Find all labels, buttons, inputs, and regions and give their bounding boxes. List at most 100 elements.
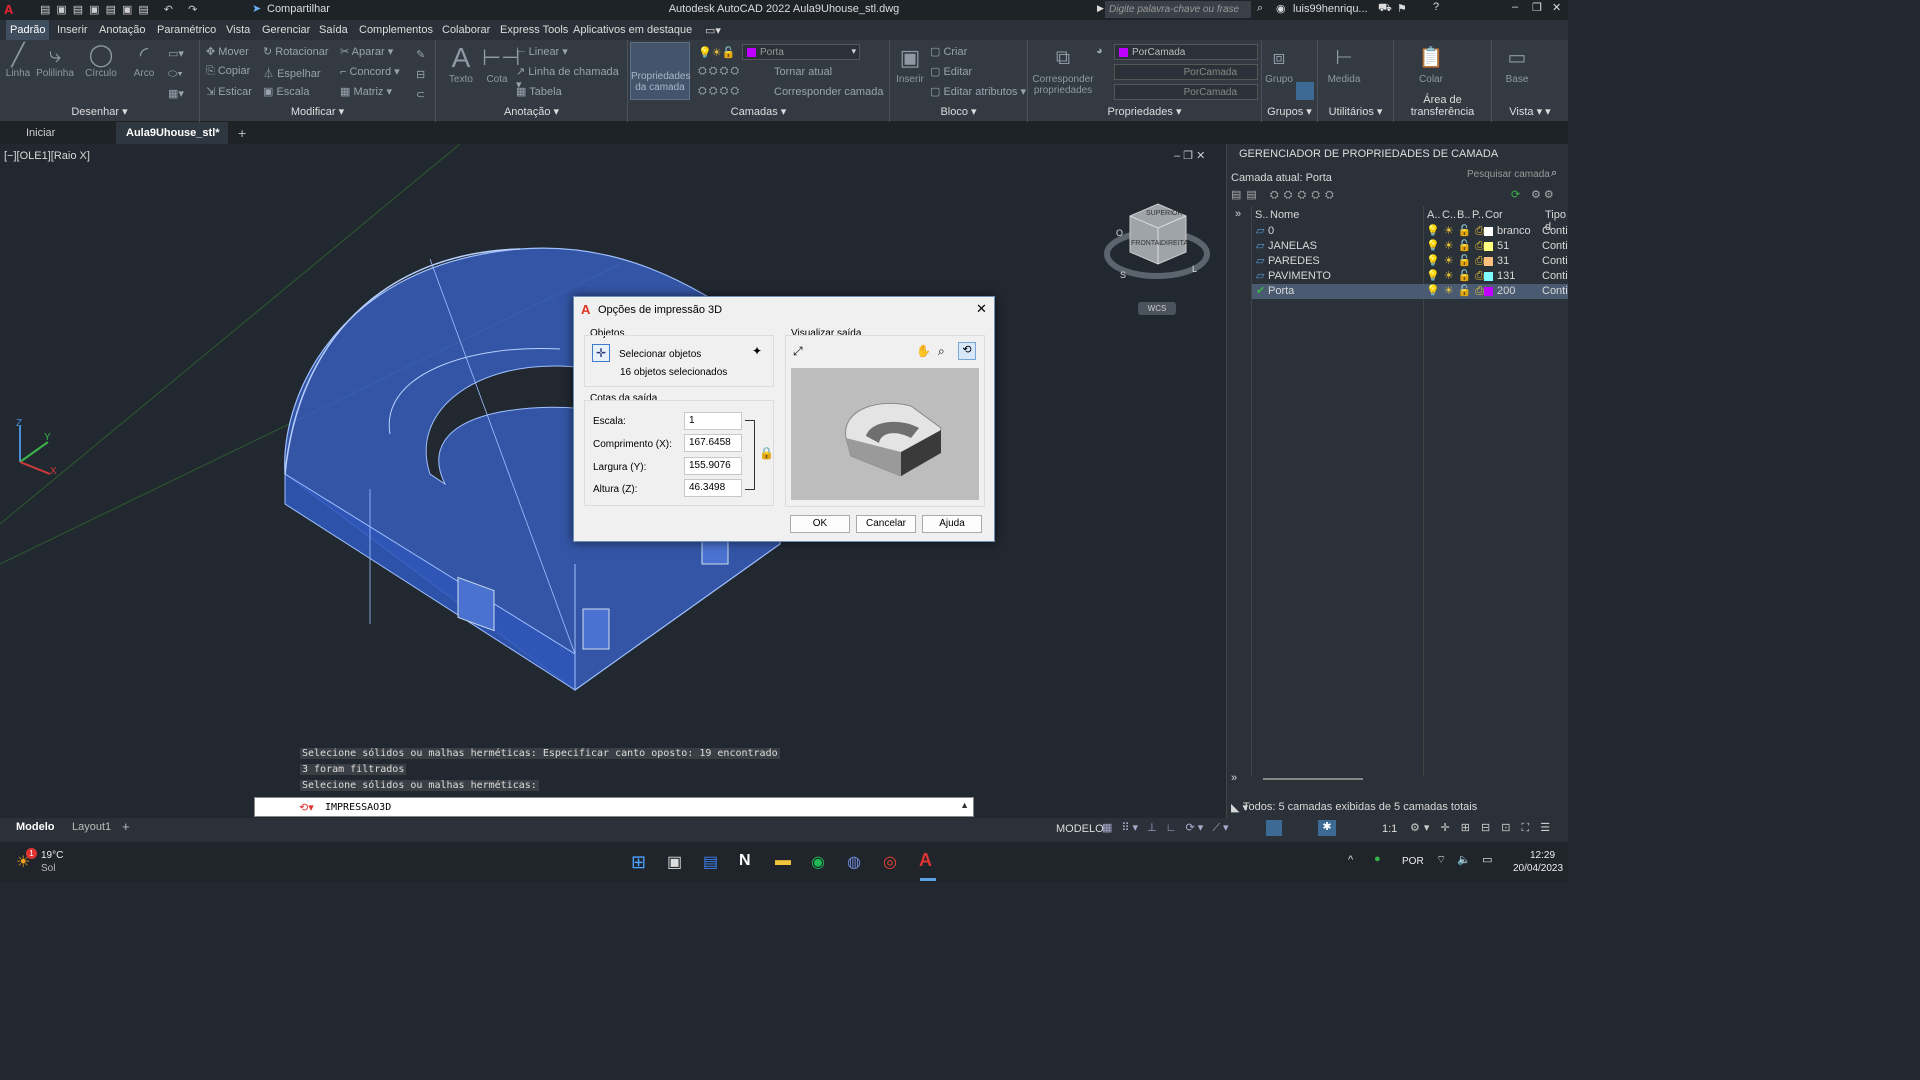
- layer-search-input[interactable]: Pesquisar camada: [1467, 169, 1550, 180]
- compass-west[interactable]: O: [1116, 228, 1123, 238]
- command-input[interactable]: ⟲▾ IMPRESSAO3D ▲: [254, 797, 974, 817]
- select-objects-button[interactable]: ✛: [592, 344, 610, 362]
- layer-dropdown[interactable]: Porta ▾: [742, 44, 860, 60]
- color-dropdown[interactable]: PorCamada: [1114, 44, 1258, 60]
- panel-layers-label[interactable]: Camadas ▾: [628, 105, 889, 118]
- viewcube-front[interactable]: FRONTAL: [1131, 240, 1163, 247]
- search-icon[interactable]: ⌕: [1551, 167, 1557, 180]
- layer-row[interactable]: ▱ PAREDES 💡☀🔓⎙ 31 Conti: [1252, 254, 1568, 269]
- search-input[interactable]: Digite palavra-chave ou frase: [1105, 1, 1251, 18]
- make-current-button[interactable]: Tornar atual: [774, 66, 832, 78]
- layer-row[interactable]: ▱ JANELAS 💡☀🔓⎙ 51 Conti: [1252, 239, 1568, 254]
- layer-state-icons[interactable]: 💡☀🔓⎙: [1426, 269, 1488, 284]
- expand-icon[interactable]: »: [1231, 772, 1237, 784]
- notion-icon[interactable]: N: [739, 852, 751, 870]
- layer-state-icons[interactable]: 💡☀🔓⎙: [1426, 224, 1488, 239]
- linear-tool[interactable]: ⊢ Linear ▾: [516, 45, 568, 58]
- layer-properties-button[interactable]: Propriedades da camada: [630, 42, 690, 100]
- panel-modify-label[interactable]: Modificar ▾: [200, 105, 435, 118]
- tab-model[interactable]: Modelo: [16, 821, 55, 833]
- zoom-extents-icon[interactable]: ⤢: [793, 344, 803, 359]
- status-toggle-icons[interactable]: ▦ ⠿▾ ⊥ ∟ ⟳▾ ⟋▾: [1102, 821, 1232, 835]
- tab-aplicativos[interactable]: Aplicativos em destaque: [573, 24, 692, 36]
- table-tool[interactable]: ▦ Tabela: [516, 85, 562, 98]
- tab-inserir[interactable]: Inserir: [57, 24, 88, 36]
- polyline-tool[interactable]: ⤷ Polilinha: [36, 42, 74, 79]
- clock-time[interactable]: 12:29: [1530, 850, 1555, 861]
- trim-tool[interactable]: ✂ Aparar ▾: [340, 45, 393, 58]
- tab-gerenciar[interactable]: Gerenciar: [262, 24, 310, 36]
- language-indicator[interactable]: POR: [1402, 856, 1424, 867]
- text-tool[interactable]: A Texto: [444, 42, 478, 85]
- cart-icon[interactable]: ⛟: [1378, 2, 1392, 16]
- panel-view-label[interactable]: Vista ▾ ▾: [1492, 105, 1568, 118]
- mirror-tool[interactable]: ⏃ Espelhar: [263, 65, 320, 81]
- restore-icon[interactable]: ❐: [1532, 1, 1542, 14]
- col-lock[interactable]: B..: [1457, 209, 1470, 221]
- quick-select-icon[interactable]: ✦: [748, 344, 766, 362]
- paste-button[interactable]: 📋 Colar: [1416, 42, 1446, 85]
- file-explorer-icon[interactable]: ▬: [775, 852, 791, 870]
- store-icon[interactable]: ▤: [703, 852, 718, 872]
- circle-tool[interactable]: ◯ Círculo: [84, 42, 118, 79]
- new-tab-icon[interactable]: +: [238, 125, 246, 141]
- layer-state-icons[interactable]: 💡☀🔓⎙: [1426, 239, 1488, 254]
- measure-button[interactable]: ⊢ Medida: [1324, 42, 1364, 85]
- close-icon[interactable]: ✕: [976, 301, 987, 317]
- layer-tools-row2[interactable]: ⛭⛭⛭⛭: [698, 85, 741, 98]
- col-status[interactable]: S..: [1255, 209, 1268, 221]
- layer-row[interactable]: ▱ PAVIMENTO 💡☀🔓⎙ 131 Conti: [1252, 269, 1568, 284]
- edit-block-button[interactable]: ▢ Editar: [930, 65, 972, 78]
- linetype-dropdown[interactable]: PorCamada: [1114, 64, 1258, 80]
- app-store-icon[interactable]: ⚑: [1397, 2, 1407, 15]
- base-view-button[interactable]: ▭ Base: [1502, 42, 1532, 85]
- search-icon[interactable]: ⌕: [1257, 2, 1263, 15]
- tab-complementos[interactable]: Complementos: [359, 24, 433, 36]
- layer-color-swatch[interactable]: [1484, 287, 1493, 296]
- orbit-icon[interactable]: ⟲: [958, 342, 976, 360]
- edit-attributes-button[interactable]: ▢ Editar atributos ▾: [930, 85, 1026, 98]
- match-layer-button[interactable]: Corresponder camada: [774, 86, 883, 98]
- stretch-tool[interactable]: ⇲ Esticar: [206, 85, 252, 98]
- ribbon-options-icon[interactable]: ▭▾: [705, 24, 721, 37]
- length-input[interactable]: 167.6458: [684, 434, 742, 452]
- panel-utilities-label[interactable]: Utilitários ▾: [1318, 105, 1393, 118]
- chevron-up-icon[interactable]: ▲: [960, 800, 969, 810]
- add-layout-icon[interactable]: +: [122, 819, 130, 834]
- tab-padrao[interactable]: Padrão: [6, 20, 50, 40]
- tab-saida[interactable]: Saída: [319, 24, 348, 36]
- discord-icon[interactable]: ◍: [847, 852, 861, 872]
- layer-row[interactable]: ▱ 0 💡☀🔓⎙ branco Conti: [1252, 224, 1568, 239]
- tab-vista[interactable]: Vista: [226, 24, 250, 36]
- expand-filters-icon[interactable]: »: [1235, 208, 1241, 220]
- horizontal-scrollbar[interactable]: [1263, 778, 1363, 780]
- tray-chevron-icon[interactable]: ^: [1348, 854, 1353, 866]
- rotate-tool[interactable]: ↻ Rotacionar: [263, 45, 328, 58]
- fillet-tool[interactable]: ⌐ Concord ▾: [340, 65, 400, 78]
- layer-color-swatch[interactable]: [1484, 227, 1493, 236]
- arc-tool[interactable]: ◜ Arco: [130, 42, 158, 79]
- col-freeze[interactable]: C..: [1442, 209, 1456, 221]
- layer-color-swatch[interactable]: [1484, 257, 1493, 266]
- dimension-tool[interactable]: ⊢⊣ Cota: [482, 42, 520, 85]
- scale-input[interactable]: 1: [684, 412, 742, 430]
- insert-block-button[interactable]: ▣ Inserir: [894, 42, 926, 85]
- col-plot[interactable]: P..: [1472, 209, 1484, 221]
- group-select-toggle[interactable]: [1296, 82, 1314, 100]
- annotation-scale-icon[interactable]: ✱: [1318, 820, 1336, 836]
- layer-toolbar[interactable]: ▤▤ ⛭⛭⛭⛭⛭: [1231, 188, 1339, 202]
- status-tools-icons[interactable]: ⚙▾ ✛ ⊞ ⊟ ⊡ ⛶ ☰: [1410, 821, 1554, 835]
- height-input[interactable]: 46.3498: [684, 479, 742, 497]
- array-tool[interactable]: ▦ Matriz ▾: [340, 85, 392, 98]
- wcs-menu[interactable]: WCS: [1138, 302, 1176, 315]
- create-block-button[interactable]: ▢ Criar: [930, 45, 967, 58]
- scale-dropdown[interactable]: 1:1: [1382, 823, 1397, 835]
- panel-properties-label[interactable]: Propriedades ▾: [1028, 105, 1261, 118]
- panel-annotation-label[interactable]: Anotação ▾: [436, 105, 627, 118]
- panel-block-label[interactable]: Bloco ▾: [890, 105, 1027, 118]
- match-properties-button[interactable]: ⧉ Corresponder propriedades: [1032, 42, 1094, 96]
- output-preview[interactable]: [791, 368, 979, 500]
- copy-tool[interactable]: ⎘ Copiar: [206, 65, 250, 78]
- user-name[interactable]: luis99henriqu...: [1293, 3, 1368, 15]
- lineweight-dropdown[interactable]: PorCamada: [1114, 84, 1258, 100]
